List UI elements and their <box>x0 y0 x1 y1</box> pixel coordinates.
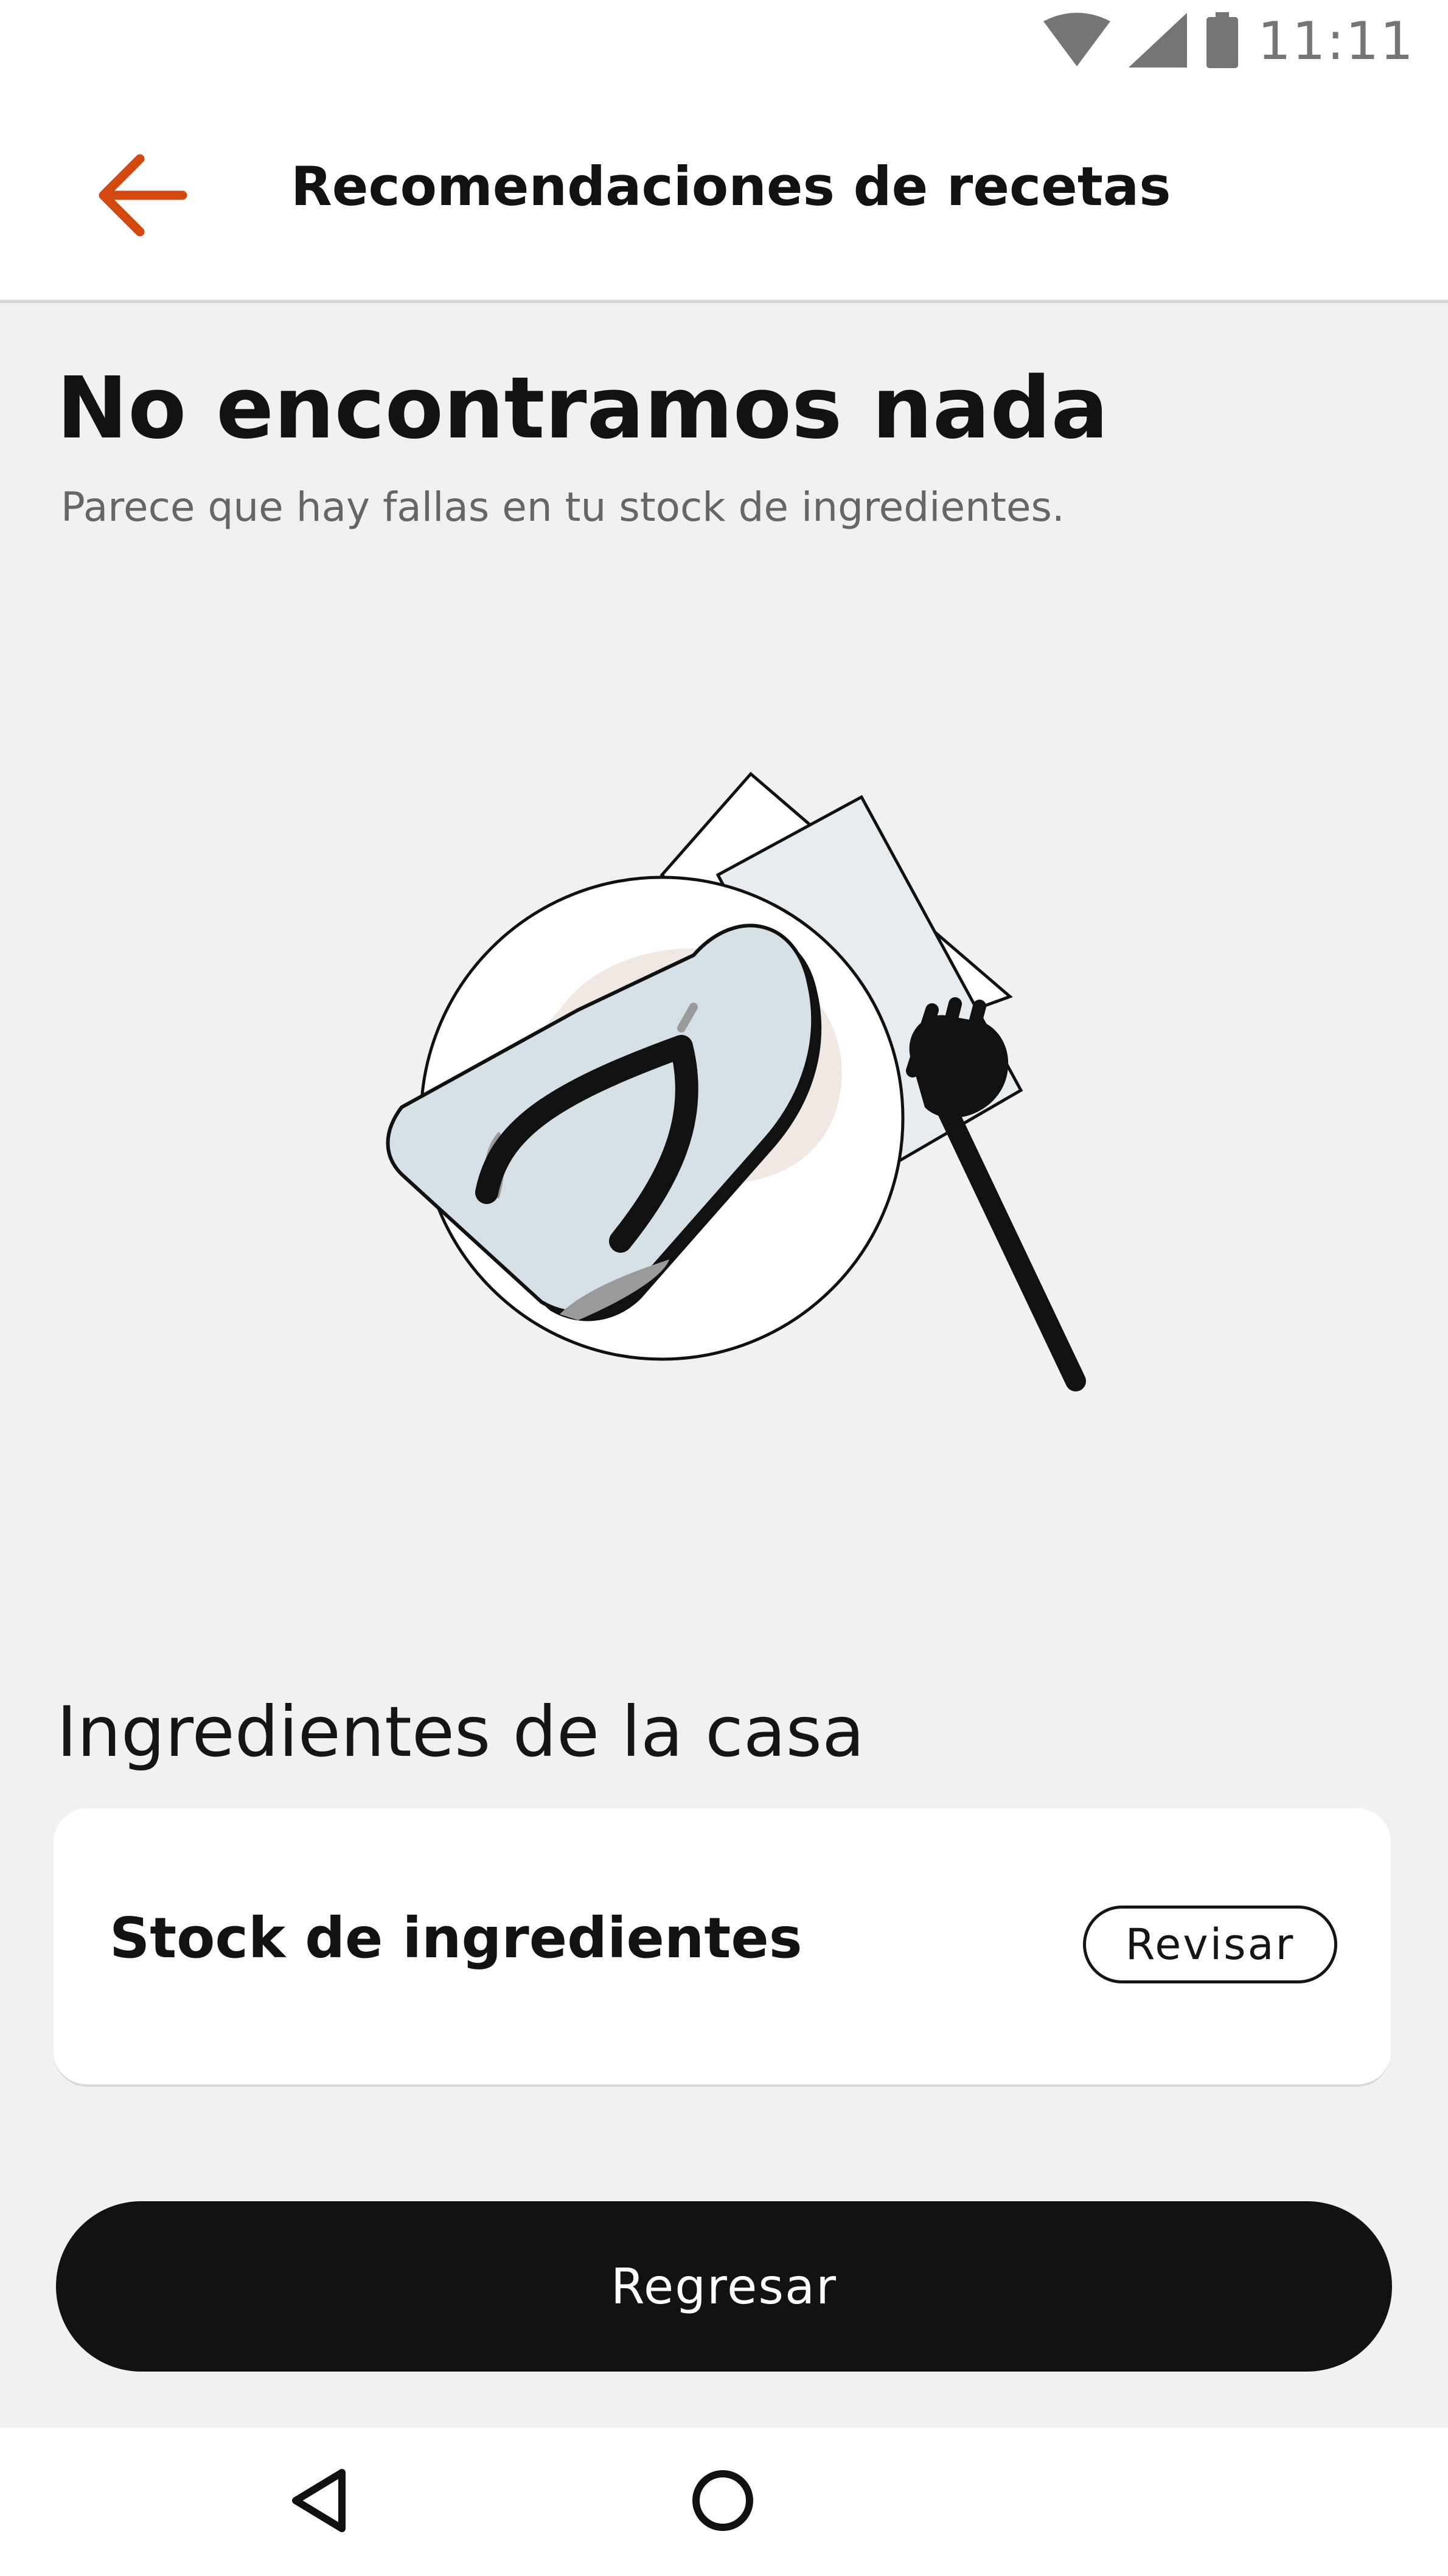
back-button[interactable] <box>90 145 193 248</box>
app-bar: Recomendaciones de recetas <box>0 91 1448 303</box>
navigation-bar <box>0 2428 1448 2576</box>
arrow-left-icon <box>96 153 187 240</box>
empty-state-title: No encontramos nada <box>57 359 1109 458</box>
section-title: Ingredientes de la casa <box>57 1691 865 1772</box>
review-button[interactable]: Revisar <box>1083 1906 1337 1983</box>
cell-signal-icon <box>1129 13 1188 70</box>
fork-icon <box>906 997 1086 1391</box>
battery-icon <box>1205 12 1239 71</box>
stock-card-label: Stock de ingredientes <box>110 1906 802 1971</box>
flip-flop-on-plate-illustration <box>377 754 1107 1454</box>
return-button[interactable]: Regresar <box>56 2201 1392 2372</box>
status-icons: 11:11 <box>1043 11 1415 72</box>
status-bar: 11:11 <box>0 0 1448 91</box>
nav-home-icon[interactable] <box>686 2464 759 2537</box>
status-time: 11:11 <box>1258 11 1415 72</box>
nav-back-icon[interactable] <box>285 2464 358 2537</box>
page-title: Recomendaciones de recetas <box>291 155 1171 218</box>
empty-state-subtitle: Parece que hay fallas en tu stock de ing… <box>61 484 1065 531</box>
stock-card: Stock de ingredientes Revisar <box>54 1808 1391 2087</box>
wifi-icon <box>1043 13 1111 70</box>
